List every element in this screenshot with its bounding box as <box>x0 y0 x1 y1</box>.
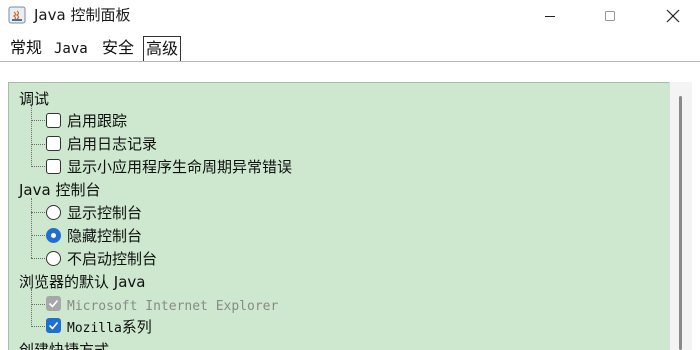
internet-explorer-checkbox[interactable] <box>46 296 61 311</box>
mozilla-family-checkbox[interactable] <box>46 318 61 333</box>
java-console-heading: Java 控制台 <box>19 181 101 199</box>
tab-advanced[interactable]: 高级 <box>143 36 182 61</box>
enable-tracing-label: 启用跟踪 <box>67 112 128 130</box>
do-not-start-console-radio[interactable] <box>46 251 61 266</box>
close-button[interactable] <box>650 0 696 32</box>
checkmark-icon <box>48 299 59 308</box>
tree-connector <box>31 235 45 236</box>
browser-default-java-heading: 浏览器的默认 Java <box>19 273 146 291</box>
tab-java[interactable]: Java <box>52 37 90 61</box>
close-icon <box>666 9 680 23</box>
tab-divider <box>0 61 700 62</box>
tree-connector <box>31 120 45 121</box>
internet-explorer-label: Microsoft Internet Explorer <box>67 299 279 314</box>
title-bar: Java 控制面板 <box>0 0 700 32</box>
tab-strip: 常规 Java 安全 高级 <box>0 36 700 62</box>
show-applet-lifecycle-exceptions-checkbox[interactable] <box>46 159 61 174</box>
tree-connector <box>31 304 45 305</box>
do-not-start-console-label: 不启动控制台 <box>67 250 158 268</box>
hide-console-radio[interactable] <box>46 228 61 243</box>
tab-security[interactable]: 安全 <box>100 36 136 60</box>
show-console-radio[interactable] <box>46 205 61 220</box>
tree-connector <box>31 198 32 258</box>
tree-connector <box>31 326 45 327</box>
settings-tree-panel: 调试 启用跟踪 启用日志记录 显示小应用程序生命周期异常错误 Java 控制台 … <box>8 82 669 350</box>
tree-connector <box>31 258 45 259</box>
tab-general[interactable]: 常规 <box>8 36 44 60</box>
hide-console-label: 隐藏控制台 <box>67 227 143 245</box>
enable-tracing-checkbox[interactable] <box>46 113 61 128</box>
debug-heading: 调试 <box>19 90 50 108</box>
show-console-label: 显示控制台 <box>67 204 143 222</box>
tree-connector <box>31 166 45 167</box>
mozilla-family-label: Mozilla 系列 <box>67 318 152 336</box>
maximize-icon <box>605 11 615 21</box>
tree-connector <box>31 212 45 213</box>
java-app-icon <box>8 6 26 24</box>
window-title: Java 控制面板 <box>34 6 131 24</box>
minimize-icon <box>545 16 555 17</box>
vertical-scrollbar-thumb[interactable] <box>679 96 682 350</box>
minimize-button[interactable] <box>527 0 573 32</box>
create-shortcut-heading: 创建快捷方式 <box>19 341 110 350</box>
tree-connector <box>31 144 45 145</box>
maximize-button[interactable] <box>587 0 633 32</box>
show-applet-lifecycle-exceptions-label: 显示小应用程序生命周期异常错误 <box>67 158 293 176</box>
enable-logging-label: 启用日志记录 <box>67 135 158 153</box>
checkmark-icon <box>48 321 59 330</box>
enable-logging-checkbox[interactable] <box>46 136 61 151</box>
java-control-panel-window: Java 控制面板 常规 Java 安全 高级 调试 启用跟踪 启用日志记录 显… <box>0 0 700 350</box>
tree-connector <box>31 105 32 167</box>
tree-connector <box>31 289 32 327</box>
